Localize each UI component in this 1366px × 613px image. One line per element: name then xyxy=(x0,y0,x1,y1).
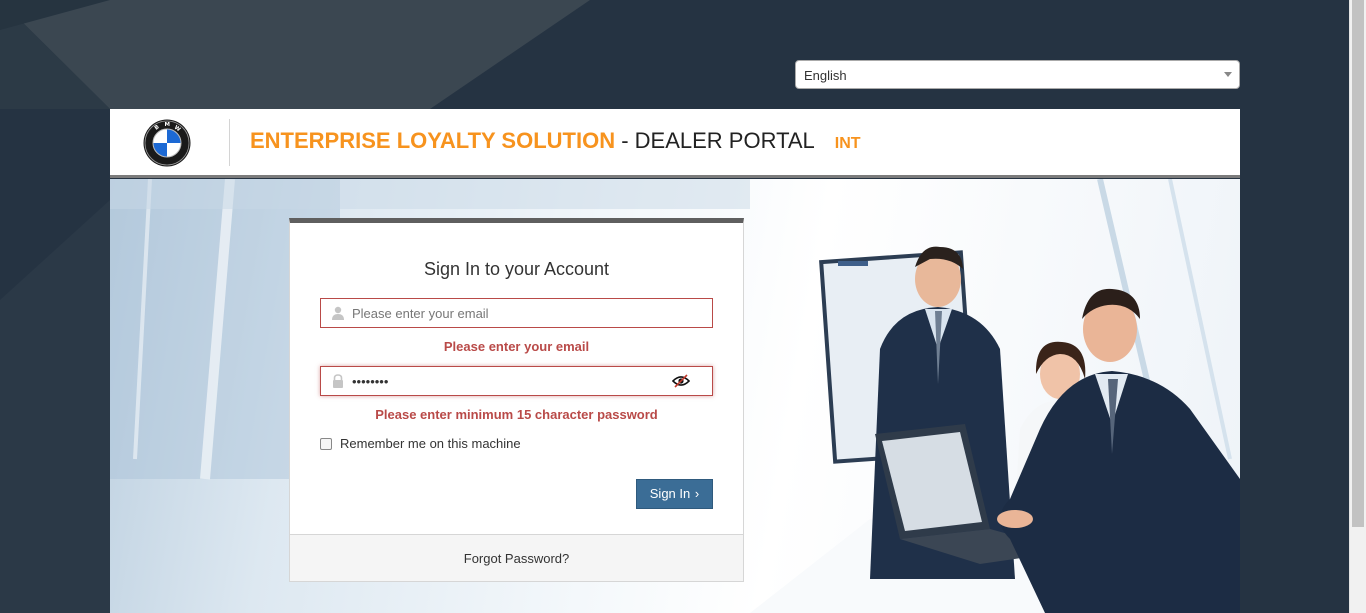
password-input[interactable] xyxy=(352,367,672,395)
lock-icon xyxy=(333,374,343,388)
environment-badge: INT xyxy=(834,135,861,152)
language-select-value: English xyxy=(804,68,847,83)
language-select[interactable]: English xyxy=(795,60,1240,89)
chevron-right-icon: › xyxy=(694,486,700,501)
email-error-message: Please enter your email xyxy=(443,339,590,354)
eye-slash-icon[interactable] xyxy=(672,374,690,388)
login-card: Sign In to your Account Please enter you… xyxy=(289,218,744,582)
page-title-separator: - xyxy=(615,128,635,153)
page-header: B M W ENTERPRISE LOYALTY SOLUTION - DEAL… xyxy=(110,109,1240,178)
page-title-secondary: DEALER PORTAL xyxy=(634,128,815,153)
header-divider xyxy=(229,119,230,166)
page-title-primary: ENTERPRISE LOYALTY SOLUTION xyxy=(250,128,616,153)
svg-text:M: M xyxy=(165,122,170,128)
sign-in-button[interactable]: Sign In › xyxy=(636,479,713,509)
user-icon xyxy=(332,306,344,320)
password-error-message: Please enter minimum 15 character passwo… xyxy=(375,407,658,422)
remember-me: Remember me on this machine xyxy=(320,436,521,451)
email-field[interactable] xyxy=(320,298,713,328)
page-title: ENTERPRISE LOYALTY SOLUTION - DEALER POR… xyxy=(250,128,861,154)
email-input[interactable] xyxy=(352,299,672,327)
password-field[interactable] xyxy=(320,366,713,396)
forgot-password-link[interactable]: Forgot Password? xyxy=(290,551,743,566)
sign-in-label: Sign In xyxy=(649,486,691,501)
scrollbar-thumb[interactable] xyxy=(1352,0,1364,527)
remember-me-label: Remember me on this machine xyxy=(340,436,521,451)
chevron-down-icon xyxy=(1224,72,1232,77)
page-scrollbar[interactable] xyxy=(1349,0,1366,613)
remember-me-checkbox[interactable] xyxy=(320,437,332,450)
bmw-logo-icon: B M W xyxy=(143,119,191,167)
login-heading: Sign In to your Account xyxy=(423,259,610,279)
login-card-footer: Forgot Password? xyxy=(290,534,743,581)
